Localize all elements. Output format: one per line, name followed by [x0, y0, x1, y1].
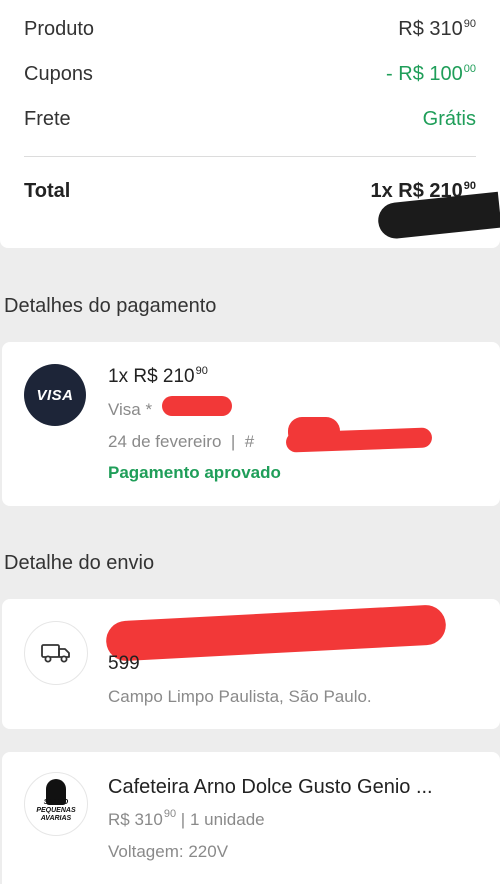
- payment-status: Pagamento aprovado: [108, 463, 281, 482]
- order-summary-card: Produto R$ 31090 Cupons - R$ 10000 Frete…: [0, 0, 500, 248]
- product-value: R$ 31090: [398, 18, 476, 40]
- product-row: Produto R$ 31090: [24, 18, 476, 41]
- shipping-section-title: Detalhe do envio: [4, 552, 155, 574]
- payment-date: 24 de fevereiro | #: [108, 432, 255, 451]
- product-thumbnail: SALDO PEQUENAS AVARIAS: [24, 772, 88, 836]
- total-label: Total: [24, 180, 71, 202]
- product-voltage: Voltagem: 220V: [108, 842, 229, 861]
- redaction-card: [162, 396, 232, 416]
- payment-section-title: Detalhes do pagamento: [4, 295, 217, 317]
- total-row: Total 1x R$ 21090: [24, 180, 476, 203]
- payment-card: VISA 1x R$ 21090 Visa * 24 de fevereiro …: [2, 342, 500, 506]
- visa-label: VISA: [36, 386, 74, 404]
- redaction-transaction-b: [288, 417, 340, 447]
- card-number: Visa *: [108, 400, 153, 419]
- coupons-label: Cupons: [24, 63, 93, 85]
- redaction-address: [105, 604, 447, 662]
- coupons-value: - R$ 10000: [386, 63, 476, 85]
- product-price-qty: R$ 31090 | 1 unidade: [108, 808, 265, 829]
- shipping-label: Frete: [24, 108, 71, 130]
- divider: [24, 156, 476, 157]
- shipping-value: Grátis: [422, 108, 476, 130]
- thumb-text: SALDO PEQUENAS AVARIAS: [36, 799, 76, 822]
- shipping-card: 599 Campo Limpo Paulista, São Paulo.: [2, 599, 500, 729]
- visa-icon: VISA: [24, 364, 86, 426]
- coupons-row: Cupons - R$ 10000: [24, 63, 476, 86]
- truck-svg: [41, 644, 70, 663]
- address-city: Campo Limpo Paulista, São Paulo.: [108, 687, 372, 706]
- address-number: 599: [108, 653, 140, 674]
- payment-amount: 1x R$ 21090: [108, 365, 208, 387]
- product-title: Cafeteira Arno Dolce Gusto Genio ...: [108, 776, 433, 798]
- product-label: Produto: [24, 18, 95, 40]
- shipping-row: Frete Grátis: [24, 108, 476, 131]
- truck-icon: [24, 621, 88, 685]
- product-card[interactable]: SALDO PEQUENAS AVARIAS Cafeteira Arno Do…: [2, 752, 500, 884]
